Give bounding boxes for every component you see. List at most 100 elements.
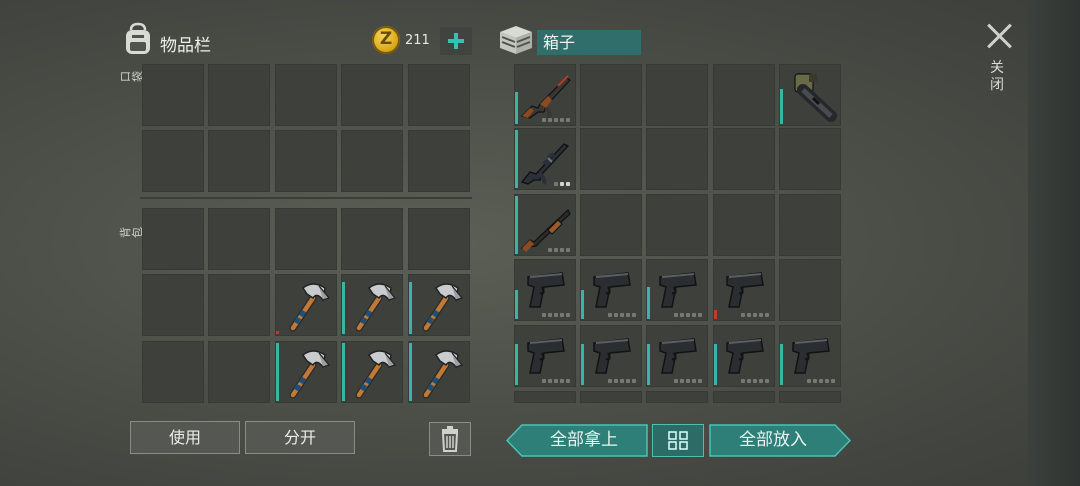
durability-bar [714, 310, 717, 319]
backpack-slot[interactable] [208, 274, 270, 336]
backpack-slot[interactable] [208, 208, 270, 270]
box-slot[interactable] [580, 64, 642, 126]
box-slot[interactable] [713, 325, 775, 387]
backpack-slot[interactable] [142, 274, 204, 336]
box-slot[interactable] [646, 194, 708, 256]
pocket-slot[interactable] [341, 64, 403, 126]
close-icon[interactable] [984, 22, 1014, 52]
pocket-slot[interactable] [208, 130, 270, 192]
backpack-slot[interactable] [341, 341, 403, 403]
durability-bar [581, 290, 584, 319]
box-slot[interactable] [580, 259, 642, 321]
pocket-slot[interactable] [142, 64, 204, 126]
pistol-icon [584, 329, 640, 385]
backpack-slot[interactable] [408, 274, 470, 336]
durability-bar [581, 344, 584, 385]
box-slot[interactable] [514, 259, 576, 321]
split-button[interactable]: 分开 [245, 421, 355, 454]
durability-bar [409, 282, 412, 334]
durability-bar [515, 92, 518, 124]
backpack-slot[interactable] [275, 208, 337, 270]
take-all-button[interactable]: 全部拿上 [506, 424, 648, 457]
crate-icon [500, 26, 532, 54]
backpack-slot[interactable] [341, 274, 403, 336]
durability-bar [342, 343, 345, 401]
box-slot[interactable] [514, 64, 576, 126]
box-slot[interactable] [779, 64, 841, 126]
pocket-slot[interactable] [408, 64, 470, 126]
box-slot[interactable] [580, 325, 642, 387]
upgrade-slots [542, 118, 570, 122]
durability-bar [647, 344, 650, 385]
backpack-slot[interactable] [142, 341, 204, 403]
upgrade-slots [674, 379, 702, 383]
box-slot[interactable] [779, 194, 841, 256]
box-slot[interactable] [646, 325, 708, 387]
trash-button[interactable] [429, 422, 471, 456]
upgrade-slots [548, 248, 570, 252]
box-slot[interactable] [779, 128, 841, 190]
upgrade-slots [542, 313, 570, 317]
box-slot[interactable] [646, 128, 708, 190]
box-slot[interactable] [779, 391, 841, 403]
box-slot[interactable] [646, 259, 708, 321]
box-slot[interactable] [646, 391, 708, 403]
box-slot[interactable] [580, 194, 642, 256]
upgrade-slots [741, 379, 769, 383]
use-button[interactable]: 使用 [130, 421, 240, 454]
box-slot[interactable] [580, 128, 642, 190]
pistol-icon [717, 329, 773, 385]
box-slot[interactable] [514, 128, 576, 190]
backpack-slot[interactable] [341, 208, 403, 270]
upgrade-slots [807, 379, 835, 383]
box-slot[interactable] [514, 194, 576, 256]
backpack-slot[interactable] [275, 341, 337, 403]
hatchet-icon [279, 278, 335, 334]
box-slot[interactable] [713, 259, 775, 321]
box-slot[interactable] [713, 391, 775, 403]
box-slot[interactable] [646, 64, 708, 126]
hatchet-icon [345, 278, 401, 334]
pocket-slot[interactable] [208, 64, 270, 126]
backpack-slot[interactable] [208, 341, 270, 403]
side-panel [1028, 0, 1080, 486]
durability-bar [647, 287, 650, 319]
inventory-title: 物品栏 [160, 36, 211, 56]
box-slot[interactable] [514, 391, 576, 403]
coin-icon: Z [372, 26, 400, 54]
pocket-slot[interactable] [142, 130, 204, 192]
backpack-slot[interactable] [408, 341, 470, 403]
pocket-slot[interactable] [341, 130, 403, 192]
pocket-slot[interactable] [408, 130, 470, 192]
pocket-slot[interactable] [275, 130, 337, 192]
backpack-icon [126, 22, 150, 54]
durability-bar [714, 344, 717, 385]
pocket-slot[interactable] [275, 64, 337, 126]
minigun-icon [783, 68, 839, 124]
pocket-label: 口袋 [119, 71, 144, 82]
pistol-icon [518, 263, 574, 319]
box-slot[interactable] [713, 194, 775, 256]
shotgun-icon [518, 198, 574, 254]
hatchet-icon [412, 345, 468, 401]
sort-button[interactable] [652, 424, 704, 457]
put-all-label: 全部放入 [739, 430, 807, 450]
backpack-slot[interactable] [142, 208, 204, 270]
box-slot[interactable] [779, 325, 841, 387]
backpack-slot[interactable] [408, 208, 470, 270]
upgrade-slots [554, 182, 570, 186]
put-all-button[interactable]: 全部放入 [709, 424, 851, 457]
box-slot[interactable] [713, 128, 775, 190]
pistol-icon [584, 263, 640, 319]
add-coins-button[interactable] [440, 27, 472, 55]
close-label[interactable]: 关闭 [990, 60, 1008, 94]
pistol-icon [783, 329, 839, 385]
pistol-icon [717, 263, 773, 319]
box-slot[interactable] [713, 64, 775, 126]
backpack-slot[interactable] [275, 274, 337, 336]
box-slot[interactable] [580, 391, 642, 403]
box-slot[interactable] [514, 325, 576, 387]
durability-bar [342, 282, 345, 334]
grid-icon [668, 431, 688, 450]
box-slot[interactable] [779, 259, 841, 321]
